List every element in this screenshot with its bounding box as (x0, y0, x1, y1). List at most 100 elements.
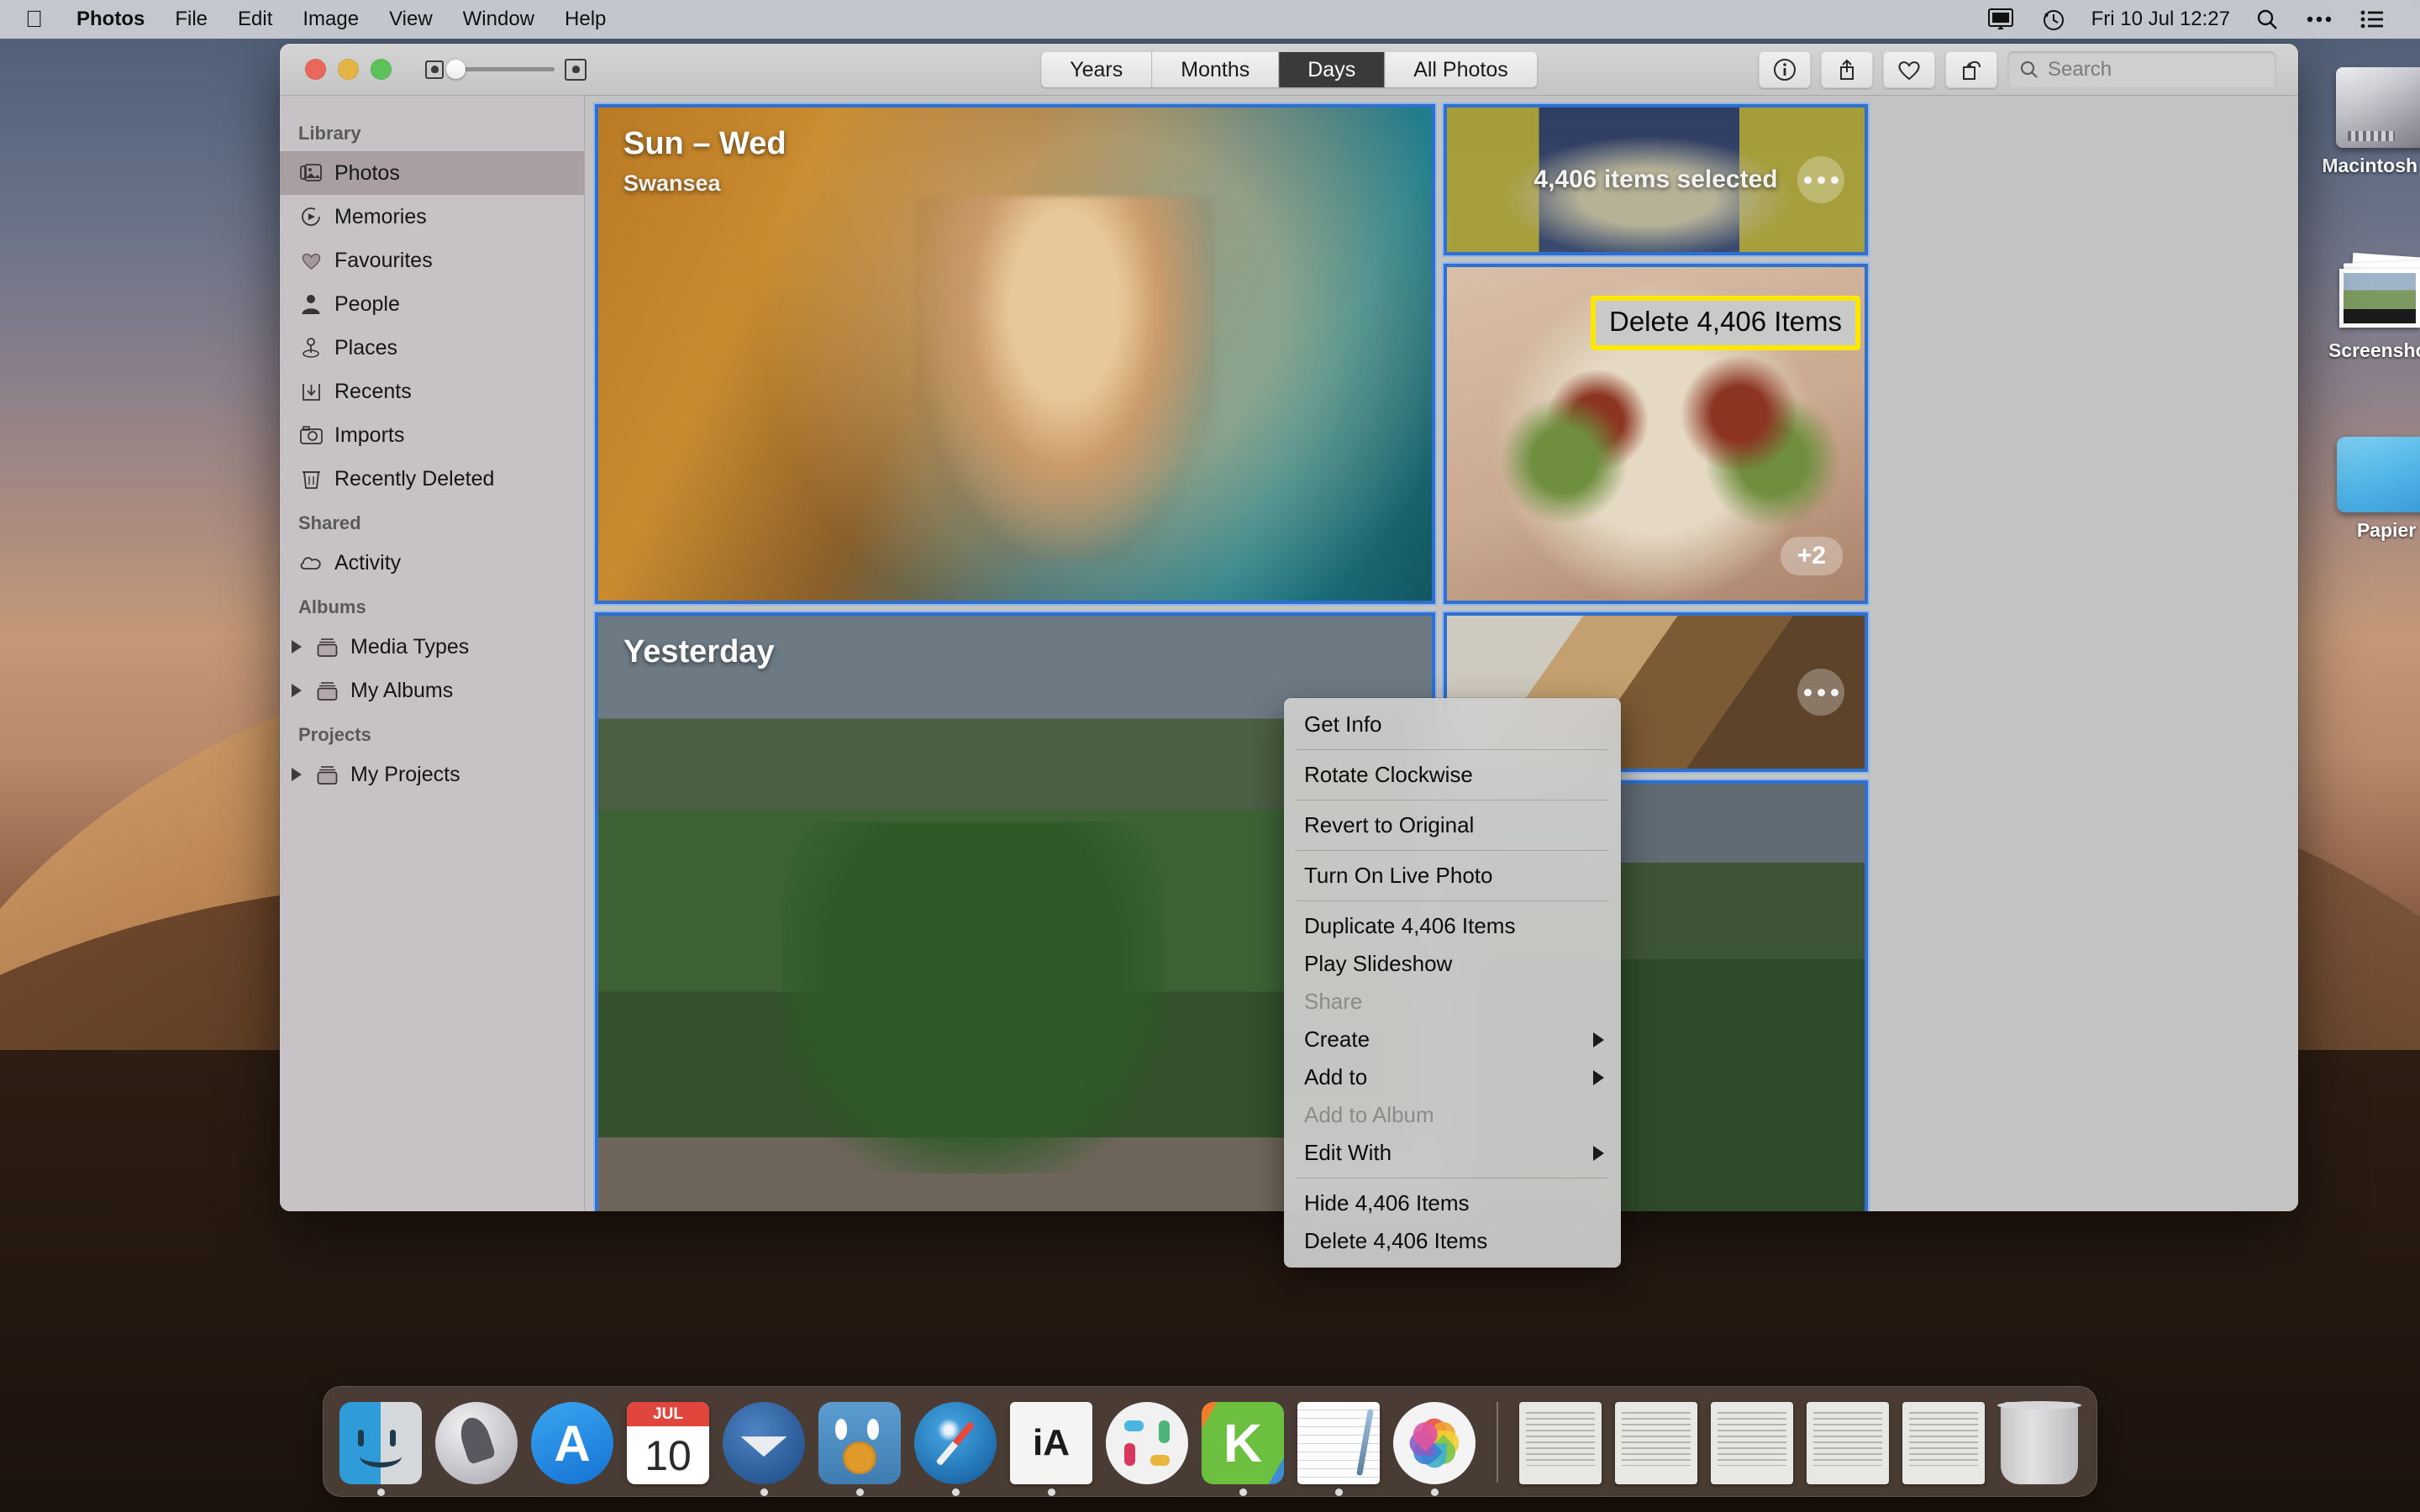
tab-months[interactable]: Months (1152, 51, 1280, 87)
tab-years[interactable]: Years (1041, 51, 1153, 87)
sidebar-item-media-types[interactable]: Media Types (280, 625, 584, 669)
menu-item-duplicate-items[interactable]: Duplicate 4,406 Items (1284, 907, 1621, 945)
dock-item-calendar[interactable]: JUL 10 (624, 1402, 712, 1496)
submenu-arrow-icon (1593, 1069, 1604, 1085)
menu-item-image[interactable]: Image (287, 8, 374, 31)
running-indicator (1844, 1488, 1852, 1496)
dock-item-tweetbot[interactable] (816, 1402, 903, 1496)
menu-item-delete-items[interactable]: Delete 4,406 Items (1284, 1222, 1621, 1260)
share-button[interactable] (1821, 50, 1873, 88)
dock-item-launchpad[interactable] (433, 1402, 520, 1496)
menu-item-photos[interactable]: Photos (61, 8, 160, 31)
sidebar-item-label: Memories (334, 204, 427, 228)
chevron-right-icon[interactable] (292, 640, 302, 654)
sidebar-item-recently-deleted[interactable]: Recently Deleted (280, 457, 584, 501)
photo-cell-day-header[interactable]: Sun – Wed Swansea (593, 102, 1437, 606)
menu-item-rotate-clockwise[interactable]: Rotate Clockwise (1284, 756, 1621, 794)
display-icon[interactable] (1974, 8, 2028, 30)
sidebar-item-photos[interactable]: Photos (280, 151, 584, 195)
dock-recent-text[interactable] (1612, 1402, 1700, 1496)
ellipsis-icon[interactable] (1797, 156, 1844, 203)
large-thumbnail-icon[interactable] (565, 58, 587, 81)
dock-item-app-store[interactable] (529, 1402, 616, 1496)
sidebar-item-my-albums[interactable]: My Albums (280, 669, 584, 712)
tab-days[interactable]: Days (1279, 51, 1386, 87)
menu-bar-clock[interactable]: Fri 10 Jul 12:27 (2080, 8, 2242, 31)
ellipsis-icon[interactable] (1797, 669, 1844, 716)
calendar-icon: JUL 10 (627, 1402, 709, 1484)
desktop-icon-label: Macintosh HD (2322, 155, 2420, 176)
day-group-header: Yesterday (623, 634, 775, 670)
dock-recent-ia[interactable] (1804, 1402, 1891, 1496)
document-notebook-icon (1519, 1402, 1602, 1484)
sidebar-item-people[interactable]: People (280, 282, 584, 326)
tab-all-photos[interactable]: All Photos (1385, 51, 1537, 87)
dock-item-kindle[interactable] (1199, 1402, 1286, 1496)
menu-item-hide-items[interactable]: Hide 4,406 Items (1284, 1184, 1621, 1222)
time-machine-icon[interactable] (2028, 8, 2080, 31)
sidebar-item-recents[interactable]: Recents (280, 370, 584, 413)
thumbnail-zoom-control (425, 58, 587, 81)
favourite-button[interactable] (1883, 50, 1935, 88)
close-button[interactable] (305, 59, 326, 80)
menu-item-add-to[interactable]: Add to (1284, 1058, 1621, 1096)
search-field[interactable]: Search (2007, 50, 2276, 88)
menu-item-window[interactable]: Window (448, 8, 550, 31)
menu-item-get-info[interactable]: Get Info (1284, 706, 1621, 743)
dock-item-ia-writer[interactable] (1007, 1402, 1095, 1496)
menu-item-file[interactable]: File (160, 8, 223, 31)
desktop-icon-screenshots[interactable]: Screenshots (2298, 252, 2420, 362)
dock-recent-notebook[interactable] (1517, 1402, 1604, 1496)
screenshots-folder-icon (2336, 252, 2420, 333)
menu-item-play-slideshow[interactable]: Play Slideshow (1284, 945, 1621, 983)
ia-writer-icon (1010, 1402, 1092, 1484)
finder-icon (339, 1402, 422, 1484)
menu-item-edit[interactable]: Edit (223, 8, 287, 31)
context-menu[interactable]: Get Info Rotate Clockwise Revert to Orig… (1284, 698, 1621, 1268)
menu-item-help[interactable]: Help (550, 8, 621, 31)
rotate-button[interactable] (1945, 50, 1997, 88)
calendar-month: JUL (627, 1402, 709, 1427)
sidebar-item-favourites[interactable]: Favourites (280, 239, 584, 282)
person-icon (298, 293, 324, 315)
zoom-button[interactable] (371, 59, 392, 80)
control-centre-icon[interactable] (2292, 15, 2346, 24)
chevron-right-icon[interactable] (292, 684, 302, 697)
zoom-slider[interactable] (446, 60, 555, 79)
spotlight-search-icon[interactable] (2242, 8, 2292, 30)
menu-item-edit-with[interactable]: Edit With (1284, 1134, 1621, 1172)
menu-item-label: Edit With (1304, 1140, 1392, 1165)
menu-item-revert-to-original[interactable]: Revert to Original (1284, 806, 1621, 844)
tweetbot-icon (818, 1402, 901, 1484)
sidebar-item-my-projects[interactable]: My Projects (280, 753, 584, 796)
desktop-icon-macintosh-hd[interactable]: Macintosh HD (2298, 67, 2420, 177)
dock-item-photos[interactable] (1391, 1402, 1478, 1496)
slack-icon (1106, 1402, 1188, 1484)
zoom-slider-knob[interactable] (446, 60, 466, 79)
info-button[interactable] (1759, 50, 1811, 88)
sidebar-item-imports[interactable]: Imports (280, 413, 584, 457)
dock-item-notes[interactable] (1295, 1402, 1382, 1496)
desktop-icon-papier[interactable]: Papier (2298, 437, 2420, 542)
menu-item-share: Share (1304, 989, 1363, 1014)
menu-item-view[interactable]: View (374, 8, 448, 31)
menu-item-create[interactable]: Create (1284, 1021, 1621, 1058)
dock-item-finder[interactable] (337, 1402, 424, 1496)
apple-icon[interactable]:  (0, 8, 61, 31)
sidebar-item-label: Favourites (334, 248, 433, 272)
small-thumbnail-icon[interactable] (425, 60, 444, 79)
dock-recent-ia-2[interactable] (1900, 1402, 1987, 1496)
dock-item-slack[interactable] (1103, 1402, 1191, 1496)
photo-cell[interactable]: 4,406 items selected (1442, 102, 1870, 257)
sidebar-item-places[interactable]: Places (280, 326, 584, 370)
chevron-right-icon[interactable] (292, 768, 302, 781)
dock-item-thunderbird[interactable] (720, 1402, 808, 1496)
sidebar-item-activity[interactable]: Activity (280, 541, 584, 585)
notification-centre-icon[interactable] (2346, 10, 2398, 29)
dock-item-trash[interactable] (1996, 1401, 2083, 1496)
sidebar-item-memories[interactable]: Memories (280, 195, 584, 239)
dock-item-safari[interactable] (912, 1402, 999, 1496)
dock-recent-list[interactable] (1708, 1402, 1796, 1496)
menu-item-turn-on-live-photo[interactable]: Turn On Live Photo (1284, 857, 1621, 895)
minimize-button[interactable] (338, 59, 359, 80)
